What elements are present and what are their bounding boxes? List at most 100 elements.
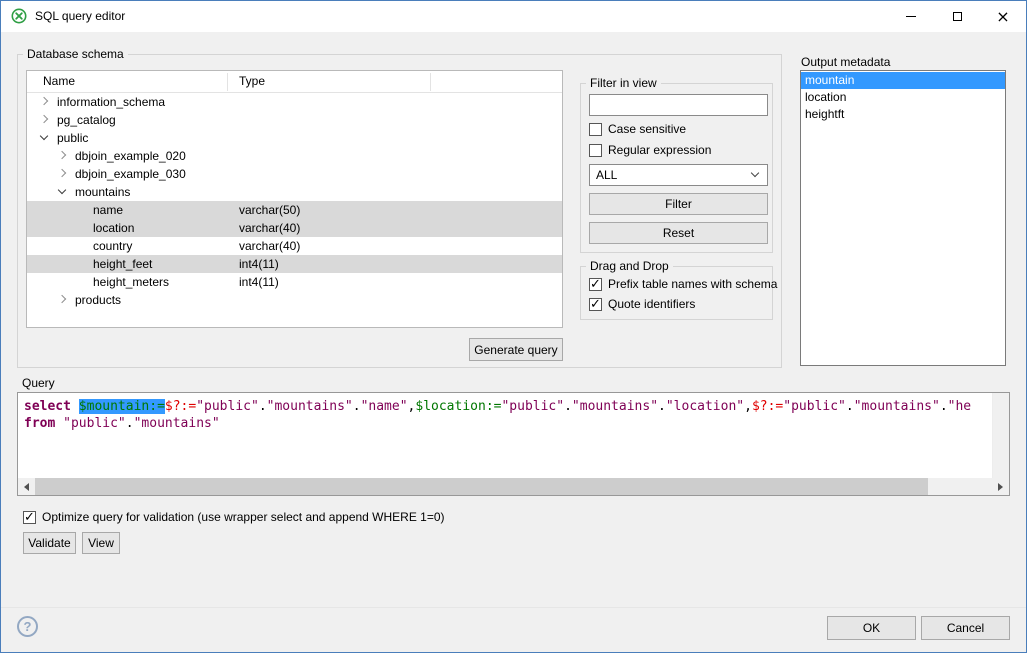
generate-query-button[interactable]: Generate query: [469, 338, 563, 361]
query-token: "public": [501, 399, 564, 414]
help-button[interactable]: ?: [17, 616, 38, 637]
sql-query-editor-dialog: SQL query editor × Database schema Name …: [0, 0, 1027, 653]
tree-row-mountains[interactable]: mountains: [27, 183, 562, 201]
title-bar: SQL query editor ×: [1, 1, 1026, 32]
chevron-collapsed-icon[interactable]: [58, 151, 66, 159]
chevron-collapsed-icon[interactable]: [58, 295, 66, 303]
query-token: .: [259, 399, 267, 414]
case-sensitive-checkbox[interactable]: [589, 123, 602, 136]
query-token: "location": [666, 399, 744, 414]
query-token: .: [658, 399, 666, 414]
chevron-expanded-icon[interactable]: [58, 186, 66, 194]
metadata-item-heightft[interactable]: heightft: [801, 106, 1005, 123]
column-header-type[interactable]: Type: [239, 71, 265, 92]
query-token: "public": [783, 399, 846, 414]
chevron-down-icon: [751, 169, 759, 177]
tree-row-dbjoin_example_020[interactable]: dbjoin_example_020: [27, 147, 562, 165]
metadata-item-location[interactable]: location: [801, 89, 1005, 106]
query-line-1: select $mountain:=$?:="public"."mountain…: [24, 398, 991, 415]
chevron-expanded-icon[interactable]: [40, 132, 48, 140]
tree-row-country[interactable]: countryvarchar(40): [27, 237, 562, 255]
database-schema-label: Database schema: [23, 47, 128, 61]
prefix-table-names-label: Prefix table names with schema: [608, 277, 777, 292]
query-token: .: [564, 399, 572, 414]
tree-row-information_schema[interactable]: information_schema: [27, 93, 562, 111]
schema-tree-header: Name Type: [27, 71, 562, 93]
quote-identifiers-label: Quote identifiers: [608, 297, 695, 312]
arrow-right-icon: [998, 483, 1003, 491]
filter-scope-dropdown[interactable]: ALL: [589, 164, 768, 186]
tree-row-location[interactable]: locationvarchar(40): [27, 219, 562, 237]
close-button[interactable]: ×: [980, 1, 1026, 32]
query-token: ,: [744, 399, 752, 414]
chevron-collapsed-icon[interactable]: [40, 115, 48, 123]
scrollbar-thumb[interactable]: [35, 478, 928, 495]
close-icon: ×: [996, 9, 1009, 25]
ok-button[interactable]: OK: [827, 616, 916, 640]
footer-divider: [1, 607, 1026, 608]
regular-expression-label: Regular expression: [608, 143, 711, 158]
tree-row-products[interactable]: products: [27, 291, 562, 309]
view-button[interactable]: View: [82, 532, 120, 554]
validate-button[interactable]: Validate: [23, 532, 76, 554]
column-header-name[interactable]: Name: [43, 71, 75, 92]
regular-expression-checkbox[interactable]: [589, 144, 602, 157]
column-divider[interactable]: [227, 73, 228, 91]
query-token: "public": [63, 416, 126, 431]
filter-scope-value: ALL: [596, 165, 617, 185]
selected-query-token: $mountain:=: [79, 399, 165, 414]
query-horizontal-scrollbar[interactable]: [18, 478, 1009, 495]
tree-node-name: products: [75, 291, 121, 309]
tree-node-name: pg_catalog: [57, 111, 116, 129]
query-code[interactable]: select $mountain:=$?:="public"."mountain…: [24, 398, 991, 477]
tree-row-pg_catalog[interactable]: pg_catalog: [27, 111, 562, 129]
metadata-item-mountain[interactable]: mountain: [801, 72, 1005, 89]
optimize-query-label: Optimize query for validation (use wrapp…: [42, 510, 445, 525]
tree-node-type: varchar(50): [239, 201, 300, 219]
maximize-button[interactable]: [934, 1, 980, 32]
tree-node-name: name: [93, 201, 123, 219]
column-divider[interactable]: [430, 73, 431, 91]
query-line-2: from "public"."mountains": [24, 415, 991, 432]
tree-row-dbjoin_example_030[interactable]: dbjoin_example_030: [27, 165, 562, 183]
minimize-button[interactable]: [888, 1, 934, 32]
query-token: "mountains": [572, 399, 658, 414]
quote-identifiers-checkbox[interactable]: [589, 298, 602, 311]
tree-node-type: varchar(40): [239, 237, 300, 255]
chevron-collapsed-icon[interactable]: [40, 97, 48, 105]
query-token: $?:=: [165, 399, 196, 414]
tree-row-height_feet[interactable]: height_feetint4(11): [27, 255, 562, 273]
query-token: .: [940, 399, 948, 414]
tree-node-name: height_feet: [93, 255, 152, 273]
tree-row-public[interactable]: public: [27, 129, 562, 147]
output-metadata-list[interactable]: mountainlocationheightft: [800, 70, 1006, 366]
query-token: "mountains": [267, 399, 353, 414]
prefix-table-names-checkbox[interactable]: [589, 278, 602, 291]
scroll-left-button[interactable]: [18, 478, 35, 495]
tree-row-height_meters[interactable]: height_metersint4(11): [27, 273, 562, 291]
tree-node-name: height_meters: [93, 273, 169, 291]
chevron-collapsed-icon[interactable]: [58, 169, 66, 177]
scroll-right-button[interactable]: [992, 478, 1009, 495]
tree-node-name: location: [93, 219, 134, 237]
case-sensitive-label: Case sensitive: [608, 122, 686, 137]
tree-node-name: dbjoin_example_030: [75, 165, 186, 183]
query-token: .: [126, 416, 134, 431]
query-token: "name": [361, 399, 408, 414]
cancel-button[interactable]: Cancel: [921, 616, 1010, 640]
query-vertical-scrollbar[interactable]: [992, 393, 1009, 478]
drag-and-drop-label: Drag and Drop: [586, 259, 673, 273]
query-token: $?:=: [752, 399, 783, 414]
schema-tree: Name Type information_schemapg_catalogpu…: [26, 70, 563, 328]
optimize-query-checkbox[interactable]: [23, 511, 36, 524]
reset-button[interactable]: Reset: [589, 222, 768, 244]
filter-input[interactable]: [589, 94, 768, 116]
filter-button[interactable]: Filter: [589, 193, 768, 215]
query-token: $location:=: [415, 399, 501, 414]
tree-node-name: dbjoin_example_020: [75, 147, 186, 165]
clover-app-icon: [11, 8, 27, 24]
query-token: "he: [948, 399, 971, 414]
window-title: SQL query editor: [35, 1, 125, 32]
tree-row-name[interactable]: name varchar(50): [27, 201, 562, 219]
query-editor[interactable]: select $mountain:=$?:="public"."mountain…: [17, 392, 1010, 496]
